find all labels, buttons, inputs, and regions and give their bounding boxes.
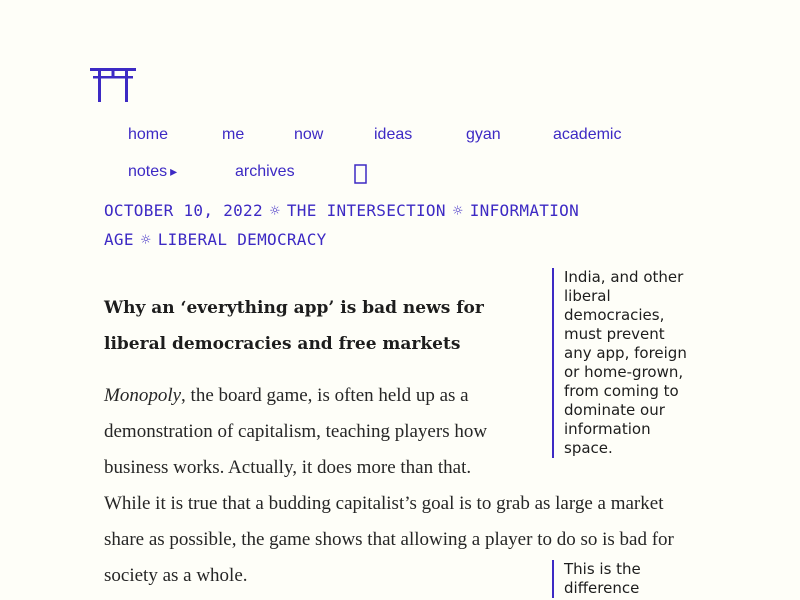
italic-monopoly: Monopoly — [104, 385, 182, 406]
nav-ideas[interactable]: ideas — [374, 126, 412, 144]
nav-me[interactable]: me — [222, 126, 244, 144]
sun-separator-icon: ☼ — [140, 230, 151, 249]
sun-separator-icon: ☼ — [269, 201, 280, 220]
nav-archives[interactable]: archives — [235, 163, 295, 181]
tag-liberal-democracy[interactable]: LIBERAL DEMOCRACY — [158, 230, 327, 249]
paragraph-line-2: demonstration of capitalism, teaching pl… — [104, 421, 488, 442]
article-title: Why an ‘everything app’ is bad news for … — [104, 298, 484, 354]
nav-now[interactable]: now — [294, 126, 323, 144]
nav-home[interactable]: home — [128, 126, 168, 144]
sidenote-1: India, and other liberal democracies, mu… — [552, 268, 694, 458]
nav-academic[interactable]: academic — [553, 126, 621, 144]
nav-gyan[interactable]: gyan — [466, 126, 501, 144]
nav-notes[interactable]: notes ▸ — [128, 163, 177, 181]
paragraph-line-1: Monopoly, the board game, is often held … — [104, 378, 534, 414]
post-date: OCTOBER 10, 2022 — [104, 201, 263, 220]
sidenote-2: This is the difference — [552, 560, 694, 598]
sun-separator-icon: ☼ — [452, 201, 463, 220]
search-icon[interactable] — [354, 164, 367, 189]
triangle-right-icon: ▸ — [170, 163, 178, 179]
paragraph-line-3: business works. Actually, it does more t… — [104, 457, 472, 478]
post-meta: OCTOBER 10, 2022 ☼ THE INTERSECTION ☼ INFORM… — [104, 196, 704, 254]
tag-the-intersection[interactable]: THE INTERSECTION — [287, 201, 446, 220]
paragraph-text: , the board game, is often held up as a — [181, 385, 469, 406]
nav-notes-label: notes — [128, 163, 168, 180]
torii-gate-icon[interactable] — [90, 66, 136, 102]
